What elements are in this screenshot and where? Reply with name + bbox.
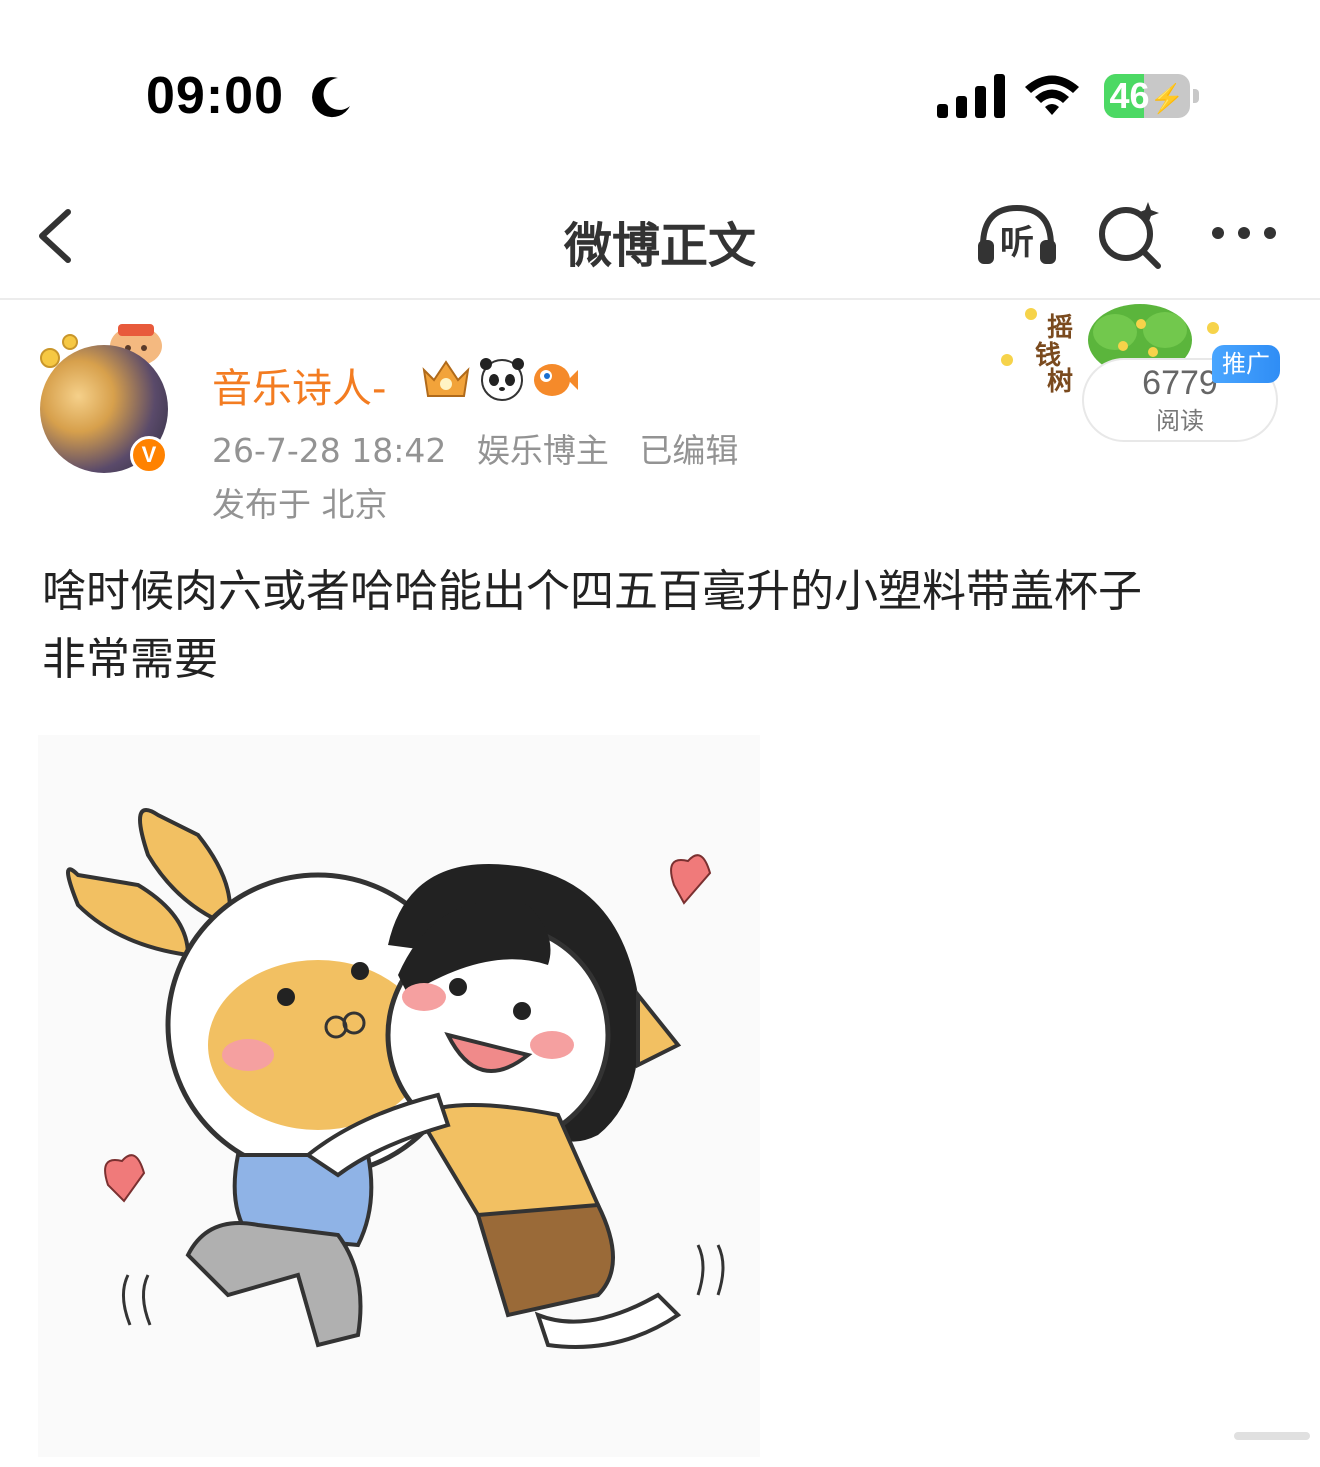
battery-level: 46⚡	[1109, 75, 1185, 116]
listen-headphones-icon: 听	[978, 204, 1056, 264]
battery-charging-icon: ⚡	[1149, 83, 1185, 114]
battery-indicator: 46⚡	[1104, 74, 1200, 120]
search-sparkle-icon[interactable]	[1096, 200, 1164, 270]
more-icon[interactable]	[1208, 218, 1280, 248]
post-date: 26-7-28 18:42	[212, 431, 447, 470]
wifi-icon	[1025, 75, 1079, 115]
status-time: 09:00	[146, 67, 284, 125]
promo-tree-char-3: 树	[1047, 367, 1073, 397]
hug-illustration-icon	[66, 808, 725, 1349]
signal-icon	[937, 74, 1005, 118]
read-label: 阅读	[1156, 407, 1204, 435]
promo-tag[interactable]: 推广	[1212, 345, 1280, 383]
author-name[interactable]: 音乐诗人-	[212, 356, 386, 414]
promo-tree-char-1: 摇	[1047, 313, 1073, 343]
battery-body: 46⚡	[1104, 74, 1190, 118]
status-bar: 09:00 46⚡	[0, 0, 1320, 190]
crown-badge-icon	[422, 360, 470, 397]
author-role[interactable]: 娱乐博主	[477, 431, 609, 470]
battery-cap	[1193, 89, 1199, 103]
post-location: 发布于 北京	[212, 485, 388, 524]
scroll-indicator[interactable]	[1234, 1432, 1310, 1440]
post-text-line-1: 啥时候肉六或者哈哈能出个四五百毫升的小塑料带盖杯子	[42, 566, 1142, 617]
fish-badge-icon	[534, 364, 578, 396]
user-badges[interactable]	[420, 356, 580, 402]
post-text-line-2: 非常需要	[42, 634, 218, 685]
panda-badge-icon	[480, 358, 524, 401]
verified-badge: V	[130, 436, 168, 474]
listen-button[interactable]: 听	[975, 202, 1059, 268]
nav-bar: 微博正文 听	[0, 190, 1320, 300]
post-text: 啥时候肉六或者哈哈能出个四五百毫升的小塑料带盖杯子 非常需要	[42, 558, 1282, 694]
moon-icon	[312, 77, 350, 118]
post-meta: 26-7-28 18:42 娱乐博主 已编辑	[212, 424, 758, 472]
post-image[interactable]	[38, 735, 760, 1457]
listen-label: 听	[1000, 223, 1034, 263]
edited-label[interactable]: 已编辑	[639, 431, 738, 470]
